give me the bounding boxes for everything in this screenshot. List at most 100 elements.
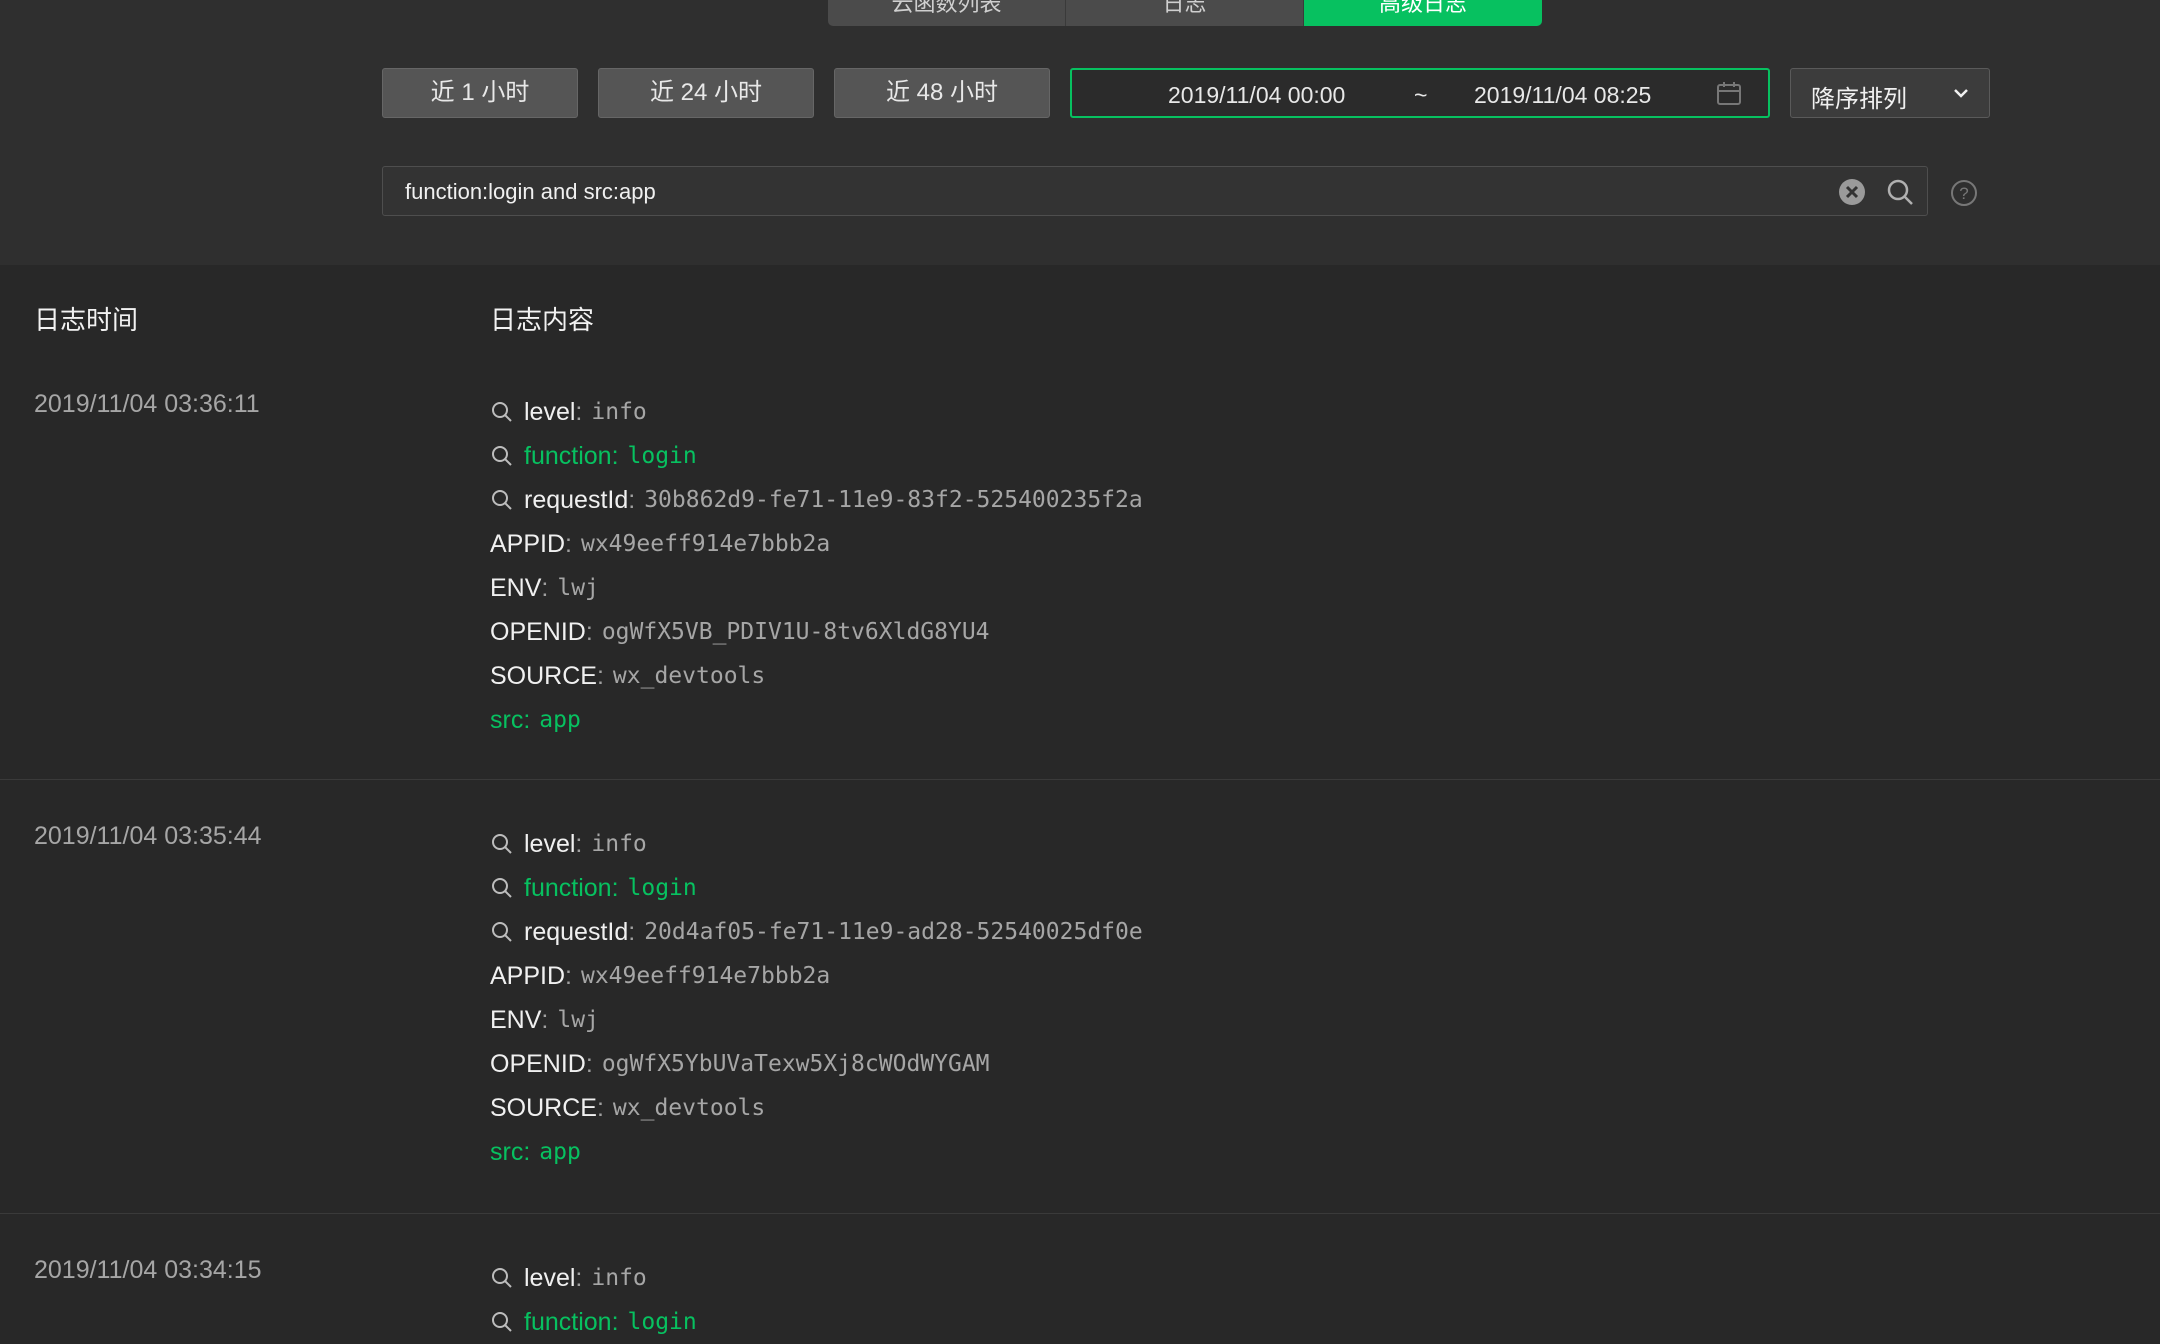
field-key: function <box>524 442 612 470</box>
field-colon: : <box>628 918 636 946</box>
field-colon: : <box>565 962 572 990</box>
field-value: wx_devtools <box>612 663 766 689</box>
field-key: function <box>524 874 612 902</box>
magnifier-icon[interactable] <box>490 488 514 512</box>
field-key: APPID <box>490 530 566 558</box>
chevron-down-icon <box>1954 89 1968 98</box>
field-key: requestId <box>524 486 629 514</box>
log-field-requestid: requestId:30b862d9-fe71-11e9-83f2-525400… <box>490 478 1143 522</box>
field-colon: : <box>611 1308 619 1336</box>
log-field-level: level: info <box>490 390 1143 434</box>
field-colon: : <box>596 1094 604 1122</box>
toolbar-area: 云函数列表 日志 高级日志 近 1 小时 近 24 小时 近 48 小时 201… <box>0 0 2160 265</box>
date-range-picker[interactable]: 2019/11/04 00:00 ~ 2019/11/04 08:25 <box>1070 68 1770 118</box>
date-end[interactable]: 2019/11/04 08:25 <box>1474 82 1651 109</box>
field-key: src <box>490 1138 524 1166</box>
column-header-content: 日志内容 <box>490 305 595 335</box>
field-key: ENV <box>490 574 542 602</box>
field-value: 20d4af05-fe71-11e9-ad28-52540025df0e <box>644 919 1143 945</box>
field-colon: : <box>611 442 619 470</box>
magnifier-icon[interactable] <box>490 920 514 944</box>
log-field-requestid: requestId:20d4af05-fe71-11e9-ad28-525400… <box>490 910 1143 954</box>
tab-bar: 云函数列表 日志 高级日志 <box>828 0 1542 26</box>
log-field-source: SOURCE: wx_devtools <box>490 654 1143 698</box>
log-field-level: level: info <box>490 822 1143 866</box>
log-field-level: level: info <box>490 1256 697 1300</box>
tab-logs[interactable]: 日志 <box>1066 0 1304 26</box>
magnifier-icon[interactable] <box>490 1266 514 1290</box>
field-key: OPENID <box>490 618 586 646</box>
field-value: wx49eeff914e7bbb2a <box>580 531 831 557</box>
date-start[interactable]: 2019/11/04 00:00 <box>1168 82 1345 109</box>
field-key: ENV <box>490 1006 542 1034</box>
field-key: level <box>524 1264 576 1292</box>
field-value: login <box>627 875 697 901</box>
log-time: 2019/11/04 03:34:15 <box>34 1256 262 1284</box>
log-field-appid: APPID: wx49eeff914e7bbb2a <box>490 954 1143 998</box>
field-colon: : <box>585 1050 593 1078</box>
field-key: level <box>524 830 576 858</box>
sort-selected-label: 降序排列 <box>1811 86 1907 113</box>
field-colon: : <box>611 874 619 902</box>
field-value: info <box>591 831 647 857</box>
field-value: ogWfX5YbUVaTexw5Xj8cWOdWYGAM <box>601 1051 990 1077</box>
magnifier-icon[interactable] <box>490 876 514 900</box>
range-24h-button[interactable]: 近 24 小时 <box>598 68 814 118</box>
log-field-src: src: app <box>490 698 1143 742</box>
field-colon: : <box>596 662 604 690</box>
field-key: function <box>524 1308 612 1336</box>
log-field-appid: APPID: wx49eeff914e7bbb2a <box>490 522 1143 566</box>
magnifier-icon[interactable] <box>490 444 514 468</box>
log-field-function: function: login <box>490 434 1143 478</box>
field-colon: : <box>628 486 636 514</box>
range-1h-button[interactable]: 近 1 小时 <box>382 68 578 118</box>
magnifier-icon[interactable] <box>490 832 514 856</box>
log-fields: level: info function: login requestId:30b862… <box>490 390 1143 742</box>
field-value: lwj <box>557 1007 599 1033</box>
field-value: info <box>591 399 647 425</box>
log-field-openid: OPENID: ogWfX5VB_PDIV1U-8tv6XldG8YU4 <box>490 610 1143 654</box>
sort-order-select[interactable]: 降序排列 <box>1790 68 1990 118</box>
log-fields: level: info function: login <box>490 1256 697 1344</box>
help-icon[interactable]: ? <box>1950 179 1978 207</box>
log-time: 2019/11/04 03:36:11 <box>34 390 260 418</box>
log-search-box <box>382 166 1928 216</box>
field-value: app <box>539 707 581 733</box>
field-value: wx49eeff914e7bbb2a <box>580 963 831 989</box>
svg-text:?: ? <box>1959 184 1968 203</box>
field-value: app <box>539 1139 581 1165</box>
entry-divider <box>0 1213 2160 1214</box>
field-colon: : <box>575 398 583 426</box>
search-icon[interactable] <box>1885 177 1915 207</box>
field-colon: : <box>565 530 572 558</box>
range-48h-button[interactable]: 近 48 小时 <box>834 68 1050 118</box>
tab-advanced-logs[interactable]: 高级日志 <box>1304 0 1542 26</box>
log-search-input[interactable] <box>403 175 1807 209</box>
field-colon: : <box>575 1264 583 1292</box>
magnifier-icon[interactable] <box>490 400 514 424</box>
field-value: login <box>627 443 697 469</box>
advanced-log-page: 云函数列表 日志 高级日志 近 1 小时 近 24 小时 近 48 小时 201… <box>0 0 2160 1344</box>
log-field-env: ENV: lwj <box>490 566 1143 610</box>
field-key: SOURCE <box>490 662 597 690</box>
field-value: login <box>627 1309 697 1335</box>
field-colon: : <box>585 618 593 646</box>
field-value: lwj <box>557 575 599 601</box>
clear-icon[interactable] <box>1837 177 1867 207</box>
entry-divider <box>0 779 2160 780</box>
magnifier-icon[interactable] <box>490 1310 514 1334</box>
field-colon: : <box>541 574 549 602</box>
field-key: OPENID <box>490 1050 586 1078</box>
field-key: APPID <box>490 962 566 990</box>
calendar-icon[interactable] <box>1716 81 1742 107</box>
field-key: requestId <box>524 918 629 946</box>
log-field-source: SOURCE: wx_devtools <box>490 1086 1143 1130</box>
log-time: 2019/11/04 03:35:44 <box>34 822 262 850</box>
tab-function-list[interactable]: 云函数列表 <box>828 0 1066 26</box>
field-value: info <box>591 1265 647 1291</box>
column-header-time: 日志时间 <box>34 305 139 335</box>
log-field-function: function: login <box>490 866 1143 910</box>
log-field-src: src: app <box>490 1130 1143 1174</box>
field-key: SOURCE <box>490 1094 597 1122</box>
date-separator: ~ <box>1414 82 1428 108</box>
